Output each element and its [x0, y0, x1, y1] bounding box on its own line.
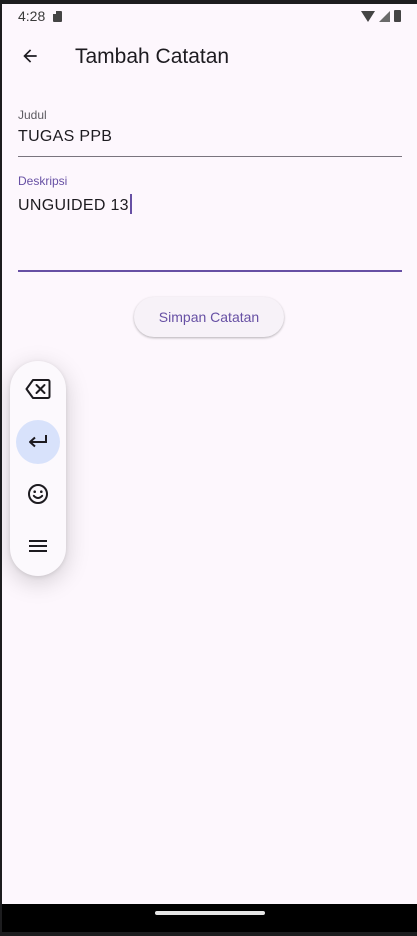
menu-button[interactable]: [16, 524, 60, 568]
page-title: Tambah Catatan: [75, 45, 230, 68]
floating-keyboard-toolbar: [10, 361, 66, 576]
description-field[interactable]: Deskripsi UNGUIDED 13: [18, 174, 402, 272]
app-bar: Tambah Catatan: [2, 28, 417, 84]
text-cursor: [129, 194, 132, 214]
title-field[interactable]: Judul TUGAS PPB: [18, 108, 402, 158]
backspace-icon: [25, 379, 51, 399]
navigation-bar: [2, 904, 417, 932]
title-field-label: Judul: [18, 108, 47, 122]
battery-icon: [394, 10, 401, 22]
emoji-icon: [28, 484, 48, 504]
emoji-button[interactable]: [16, 472, 60, 516]
status-bar: 4:28: [2, 4, 417, 28]
description-field-underline: [18, 270, 402, 272]
enter-icon: [29, 435, 47, 448]
backspace-button[interactable]: [16, 367, 60, 411]
enter-button[interactable]: [16, 420, 60, 464]
app-screen: 4:28 Tambah Catatan Judul TUGAS PPB Desk…: [2, 4, 417, 904]
signal-icon: [379, 10, 390, 22]
menu-icon: [29, 540, 47, 552]
save-note-button[interactable]: Simpan Catatan: [134, 297, 284, 337]
description-field-text[interactable]: UNGUIDED 13: [18, 194, 402, 215]
home-gesture-handle[interactable]: [155, 911, 265, 915]
description-field-value: UNGUIDED 13: [18, 197, 129, 214]
wifi-icon: [361, 10, 375, 22]
description-field-label: Deskripsi: [18, 174, 68, 188]
sd-card-icon: [53, 11, 62, 22]
arrow-back-icon: [23, 49, 37, 63]
status-time: 4:28: [18, 8, 46, 24]
status-icons: [361, 9, 401, 23]
title-field-value[interactable]: TUGAS PPB: [18, 128, 402, 146]
back-button[interactable]: [14, 36, 46, 76]
title-field-underline: [18, 156, 402, 157]
